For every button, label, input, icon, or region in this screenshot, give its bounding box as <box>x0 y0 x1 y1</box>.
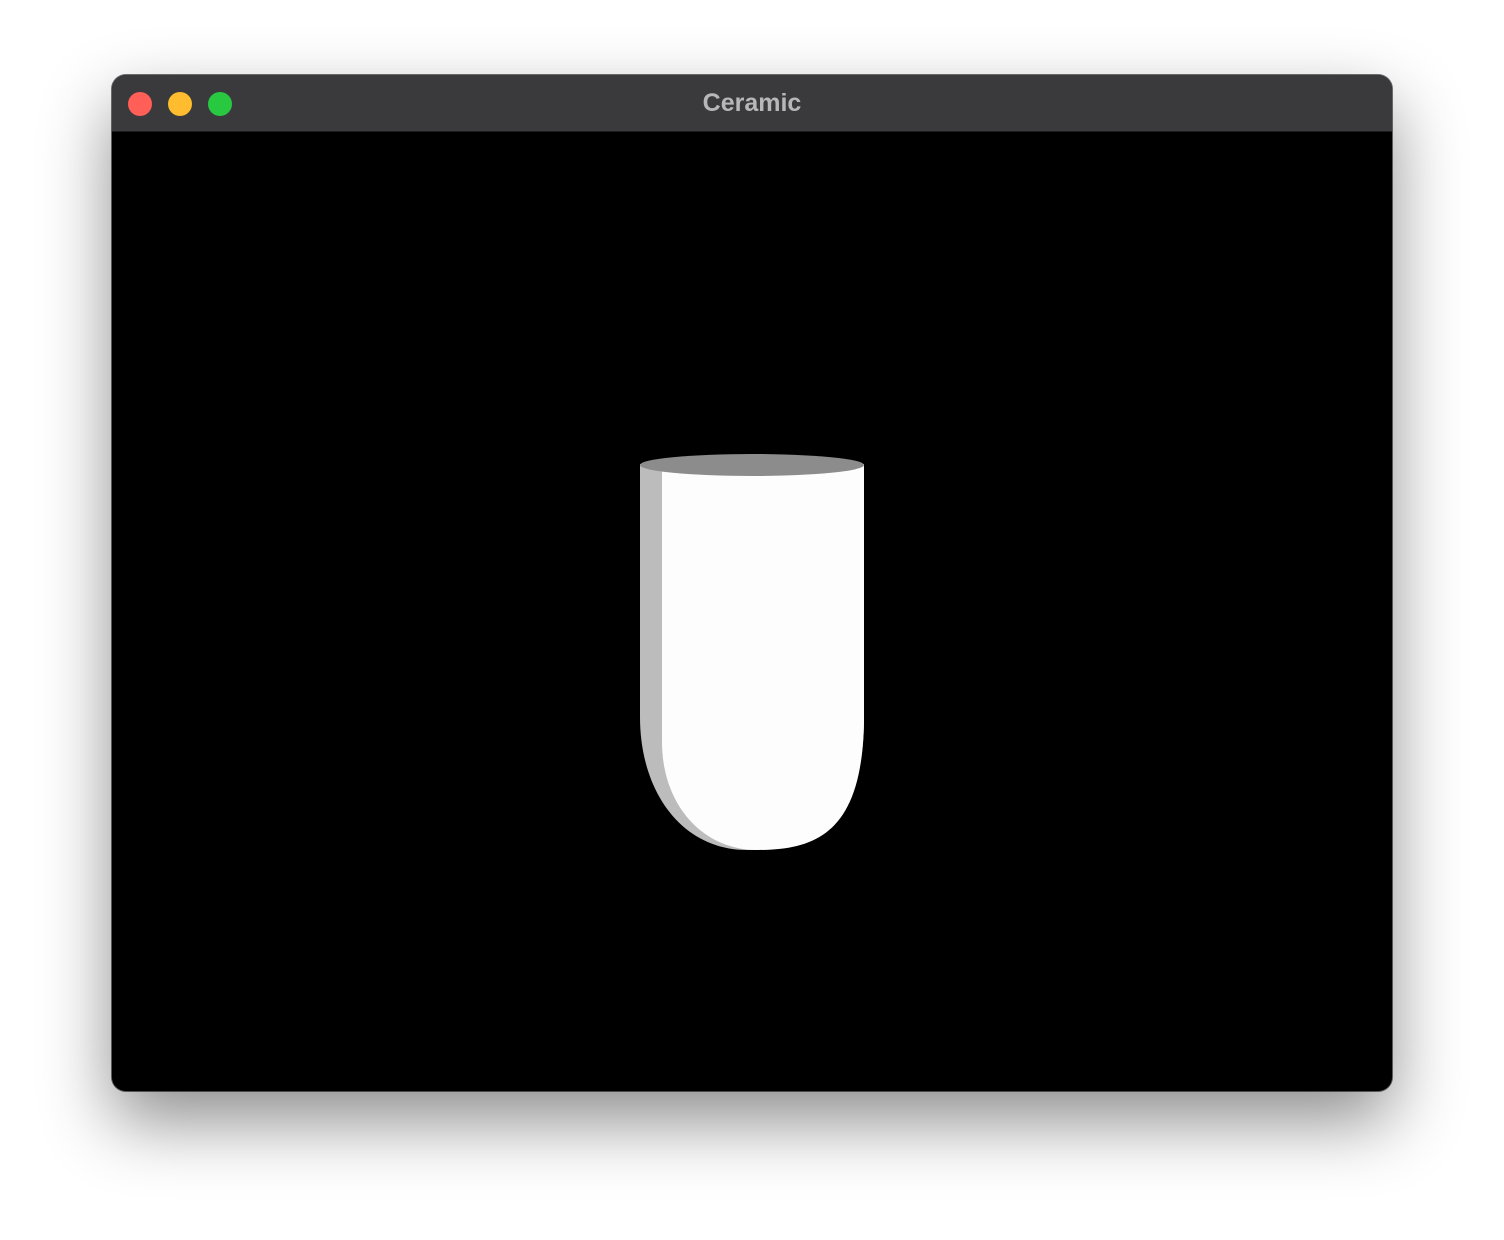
app-window: Ceramic <box>112 75 1392 1091</box>
window-title: Ceramic <box>702 89 802 117</box>
cup-icon <box>640 454 864 850</box>
cup-rim <box>640 454 864 476</box>
cup-body <box>662 464 864 850</box>
render-canvas[interactable] <box>112 132 1392 1091</box>
scene-viewport <box>640 454 864 850</box>
title-bar[interactable]: Ceramic <box>112 75 1392 132</box>
